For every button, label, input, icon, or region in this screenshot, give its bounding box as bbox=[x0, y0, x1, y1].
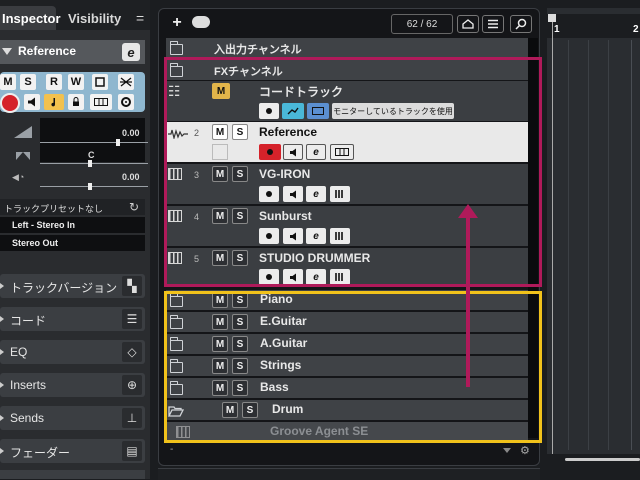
track-preset-label: トラックプリセットなし bbox=[4, 204, 104, 214]
section-label: トラックバージョン bbox=[10, 281, 118, 295]
inspector-mute-button[interactable]: M bbox=[0, 74, 16, 90]
section-fader[interactable]: フェーダー ▤ bbox=[0, 439, 145, 463]
expand-triangle-icon bbox=[0, 415, 4, 421]
output-routing-label: Stereo Out bbox=[12, 238, 59, 248]
ruler-bar-2: 2 bbox=[633, 24, 639, 35]
pan-slider[interactable] bbox=[40, 163, 148, 164]
annotation-arrow-head bbox=[458, 204, 478, 218]
edit-instrument-button[interactable]: e bbox=[122, 43, 140, 61]
home-icon[interactable] bbox=[457, 15, 479, 33]
delay-slider[interactable] bbox=[40, 186, 148, 187]
section-chord[interactable]: コード ☰ bbox=[0, 307, 145, 331]
expand-triangle-icon bbox=[0, 382, 4, 388]
tab-inspector[interactable]: Inspector bbox=[0, 6, 61, 30]
tab-visibility[interactable]: Visibility bbox=[62, 6, 132, 30]
volume-icon bbox=[14, 126, 32, 138]
section-sends[interactable]: Sends ⊥ bbox=[0, 406, 145, 430]
freeze-icon[interactable] bbox=[92, 74, 108, 90]
cloud-icon[interactable] bbox=[192, 16, 210, 28]
delay-handle[interactable] bbox=[88, 183, 92, 190]
grid-line bbox=[608, 40, 609, 450]
section-partial bbox=[0, 470, 145, 479]
expand-triangle-icon bbox=[0, 283, 4, 289]
write-automation-button[interactable]: W bbox=[68, 74, 84, 90]
track-name: 入出力チャンネル bbox=[214, 44, 302, 56]
record-enable-button[interactable] bbox=[0, 93, 20, 113]
search-icon[interactable] bbox=[510, 15, 532, 33]
read-automation-button[interactable]: R bbox=[46, 74, 62, 90]
volume-slider[interactable] bbox=[40, 142, 148, 143]
collapse-triangle-icon[interactable] bbox=[2, 48, 12, 55]
timeline-area bbox=[547, 8, 640, 466]
timeline-cursor[interactable] bbox=[552, 14, 553, 454]
folder-icon bbox=[169, 41, 183, 55]
bottom-panel-edge bbox=[158, 468, 540, 480]
pan-handle[interactable] bbox=[88, 160, 92, 167]
expand-triangle-icon bbox=[0, 448, 4, 454]
delay-value[interactable]: 0.00 bbox=[122, 172, 140, 182]
section-label: フェーダー bbox=[10, 446, 71, 460]
inserts-icon: ⊕ bbox=[122, 375, 142, 395]
monitor-button[interactable] bbox=[24, 94, 40, 110]
section-eq[interactable]: EQ ◇ bbox=[0, 340, 145, 364]
input-routing-label: Left - Stereo In bbox=[12, 220, 76, 230]
track-versions-icon: ▚ bbox=[122, 276, 142, 296]
expand-triangle-icon bbox=[0, 316, 4, 322]
sends-icon: ⊥ bbox=[122, 408, 142, 428]
section-label: コード bbox=[10, 314, 47, 328]
settings-icon[interactable] bbox=[118, 94, 134, 110]
list-icon[interactable] bbox=[482, 15, 504, 33]
expand-triangle-icon bbox=[0, 349, 4, 355]
footer-dropdown-icon[interactable] bbox=[503, 448, 511, 453]
refresh-icon[interactable]: ↻ bbox=[129, 200, 139, 214]
grid-line bbox=[631, 40, 632, 450]
grid-line bbox=[588, 40, 589, 450]
left-locator[interactable] bbox=[548, 14, 556, 22]
pan-icon bbox=[16, 152, 30, 160]
inspector-track-name: Reference bbox=[18, 44, 77, 58]
track-counter: 62 / 62 bbox=[391, 14, 453, 34]
section-inserts[interactable]: Inserts ⊕ bbox=[0, 373, 145, 397]
bypass-icon[interactable] bbox=[118, 74, 134, 90]
volume-value[interactable]: 0.00 bbox=[122, 128, 140, 138]
pan-value[interactable]: C bbox=[88, 150, 95, 160]
inspector-solo-button[interactable]: S bbox=[20, 74, 36, 90]
section-label: Inserts bbox=[10, 378, 47, 392]
footer-gear-icon[interactable]: ⚙ bbox=[520, 444, 530, 457]
add-track-button[interactable]: + bbox=[166, 14, 188, 32]
delay-icon: ◀◔ bbox=[12, 172, 25, 182]
lanes-icon[interactable] bbox=[90, 94, 112, 110]
timeline-scroll-thumb[interactable] bbox=[565, 458, 640, 461]
footer-dash: - bbox=[170, 444, 174, 455]
section-track-versions[interactable]: トラックバージョン ▚ bbox=[0, 274, 145, 298]
volume-handle[interactable] bbox=[116, 139, 120, 146]
ruler-bar-1: 1 bbox=[554, 24, 560, 35]
section-label: Sends bbox=[10, 411, 45, 425]
fader-icon: ▤ bbox=[122, 441, 142, 461]
annotation-red-box bbox=[164, 57, 542, 287]
eq-icon: ◇ bbox=[122, 342, 142, 362]
menu-icon[interactable]: = bbox=[136, 10, 144, 26]
annotation-arrow-shaft bbox=[466, 212, 470, 387]
note-icon[interactable] bbox=[44, 94, 64, 110]
grid-line bbox=[568, 40, 569, 450]
section-label: EQ bbox=[10, 345, 28, 359]
lock-icon[interactable] bbox=[68, 94, 84, 110]
chord-icon: ☰ bbox=[122, 309, 142, 329]
timeline-ruler[interactable] bbox=[547, 14, 640, 38]
annotation-yellow-box bbox=[164, 291, 542, 443]
